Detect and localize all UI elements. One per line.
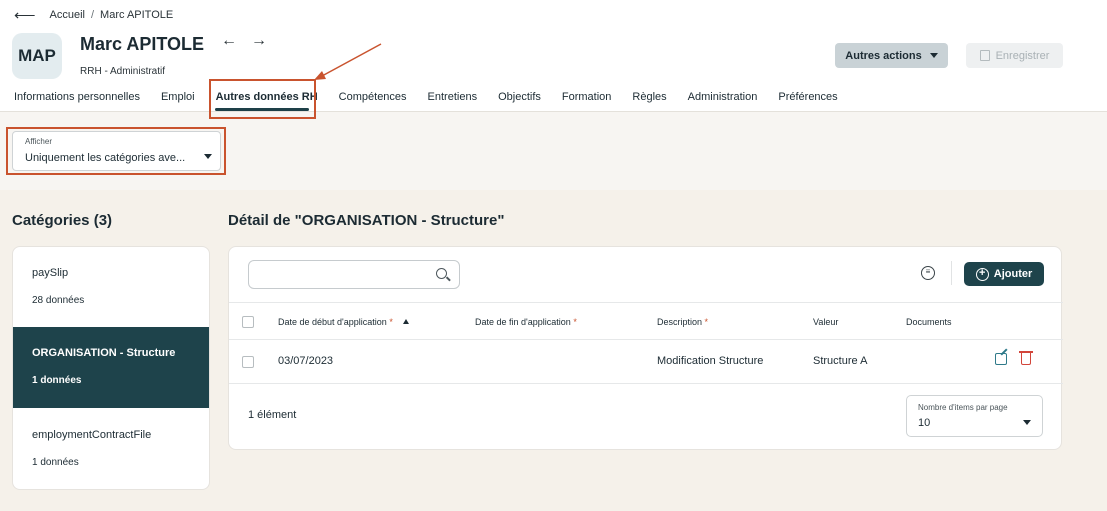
column-header-value[interactable]: Valeur <box>813 317 838 327</box>
toolbar-divider <box>951 261 952 285</box>
required-mark: * <box>389 317 393 327</box>
items-per-page-select[interactable]: Nombre d'items par page 10 <box>906 395 1043 437</box>
filter-icon[interactable]: ≡ <box>921 266 935 280</box>
category-count: 28 données <box>32 295 85 306</box>
sort-up-icon[interactable] <box>403 319 410 324</box>
column-header-start-date[interactable]: Date de début d'application * <box>278 317 410 327</box>
column-header-end-date[interactable]: Date de fin d'application * <box>475 317 577 327</box>
edit-icon[interactable] <box>995 353 1007 365</box>
plus-icon: + <box>975 267 989 281</box>
category-count: 1 données <box>32 375 82 386</box>
cell-description: Modification Structure <box>657 355 764 367</box>
search-field <box>248 260 460 289</box>
column-header-description[interactable]: Description * <box>657 317 708 327</box>
add-label: Ajouter <box>993 268 1033 280</box>
categories-list: paySlip 28 données ORGANISATION - Struct… <box>12 246 210 490</box>
category-count: 1 données <box>32 457 79 468</box>
category-item[interactable]: paySlip 28 données <box>13 247 209 327</box>
category-item-selected[interactable]: ORGANISATION - Structure 1 données <box>13 327 209 408</box>
select-all-checkbox[interactable] <box>242 316 254 328</box>
table-header: Date de début d'application * Date de fi… <box>229 302 1063 340</box>
detail-title: Détail de "ORGANISATION - Structure" <box>228 212 505 229</box>
column-label: Date de fin d'application <box>475 317 571 327</box>
trash-icon[interactable] <box>1019 351 1033 365</box>
column-header-documents[interactable]: Documents <box>906 317 952 327</box>
items-per-page-value: 10 <box>918 417 931 429</box>
row-checkbox[interactable] <box>242 356 254 368</box>
column-label: Date de début d'application <box>278 317 387 327</box>
detail-panel: ≡ + Ajouter Date de début d'application … <box>228 246 1063 450</box>
chevron-down-icon <box>1023 420 1031 425</box>
required-mark: * <box>573 317 577 327</box>
cell-value: Structure A <box>813 355 868 367</box>
search-input[interactable] <box>249 261 429 288</box>
search-icon[interactable] <box>436 268 447 279</box>
category-item[interactable]: employmentContractFile 1 données <box>13 408 209 488</box>
categories-title: Catégories (3) <box>12 212 113 229</box>
item-count: 1 élément <box>248 409 297 421</box>
required-mark: * <box>704 317 709 327</box>
cell-start-date: 03/07/2023 <box>278 355 334 367</box>
category-name: ORGANISATION - Structure <box>32 347 176 359</box>
add-button[interactable]: + Ajouter <box>964 262 1044 286</box>
column-label: Description <box>657 317 703 327</box>
table-row: 03/07/2023 Modification Structure Struct… <box>229 340 1063 384</box>
category-name: paySlip <box>32 267 69 279</box>
items-per-page-label: Nombre d'items par page <box>918 403 1008 412</box>
category-name: employmentContractFile <box>32 429 152 441</box>
